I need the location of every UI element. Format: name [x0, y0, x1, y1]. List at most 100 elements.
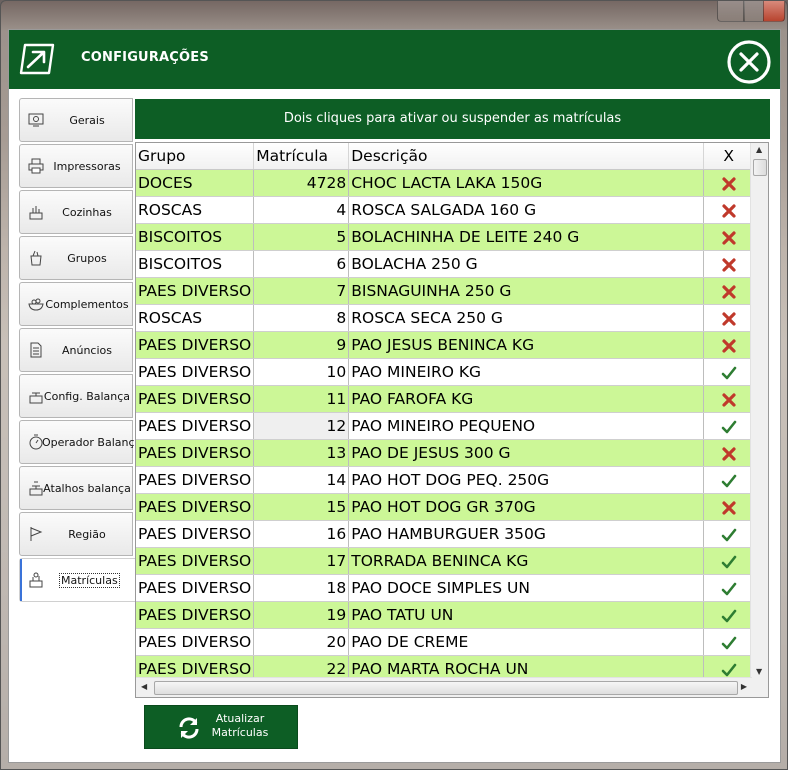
- column-header-status[interactable]: X: [703, 143, 755, 170]
- cell-matricula: 11: [253, 385, 350, 413]
- horizontal-scroll-thumb[interactable]: [154, 681, 738, 695]
- tab-label: Matrículas: [59, 573, 120, 588]
- horizontal-scrollbar[interactable]: ◀ ▶: [136, 677, 752, 697]
- cell-status[interactable]: [703, 223, 755, 251]
- atualizar-matriculas-button[interactable]: Atualizar Matrículas: [144, 705, 298, 749]
- scroll-right-arrow-icon[interactable]: ▶: [741, 682, 747, 691]
- cell-matricula: 12: [253, 412, 350, 440]
- tab-label: Atalhos balança: [43, 482, 131, 495]
- table-row[interactable]: PAES DIVERSO 20 PAO DE CREME: [136, 628, 755, 656]
- active-check-icon: [721, 609, 737, 622]
- cell-matricula: 4728: [253, 169, 350, 197]
- cell-status[interactable]: [703, 196, 755, 224]
- cell-descricao: PAO HAMBURGUER 350G: [348, 520, 705, 548]
- suspended-x-icon: [722, 392, 736, 407]
- tab-matriculas[interactable]: Matrículas: [19, 558, 137, 602]
- table-row[interactable]: PAES DIVERSO 19 PAO TATU UN: [136, 601, 755, 629]
- cell-matricula: 10: [253, 358, 350, 386]
- cell-status[interactable]: [703, 385, 755, 413]
- tab-regiao[interactable]: Região: [19, 512, 133, 556]
- cell-status[interactable]: [703, 358, 755, 386]
- close-icon[interactable]: [722, 40, 774, 84]
- table-row[interactable]: PAES DIVERSO 7 BISNAGUINHA 250 G: [136, 277, 755, 305]
- tab-grupos[interactable]: Grupos: [19, 236, 133, 280]
- cell-descricao: PAO DOCE SIMPLES UN: [348, 574, 705, 602]
- cell-status[interactable]: [703, 547, 755, 575]
- minimize-button[interactable]: [717, 1, 745, 22]
- tab-label: Impressoras: [53, 160, 121, 173]
- cell-status[interactable]: [703, 466, 755, 494]
- cell-status[interactable]: [703, 277, 755, 305]
- scroll-up-arrow-icon[interactable]: ▲: [756, 145, 762, 154]
- table-row[interactable]: ROSCAS 8 ROSCA SECA 250 G: [136, 304, 755, 332]
- table-row[interactable]: ROSCAS 4 ROSCA SALGADA 160 G: [136, 196, 755, 224]
- tab-label: Operador Balança: [42, 436, 142, 449]
- vertical-scroll-thumb[interactable]: [753, 159, 767, 176]
- cell-grupo: PAES DIVERSO: [136, 547, 255, 575]
- cell-grupo: PAES DIVERSO: [136, 601, 255, 629]
- cell-descricao: BOLACHA 250 G: [348, 250, 705, 278]
- cell-status[interactable]: [703, 493, 755, 521]
- cell-descricao: PAO MINEIRO KG: [348, 358, 705, 386]
- cell-status[interactable]: [703, 304, 755, 332]
- cell-status[interactable]: [703, 439, 755, 467]
- tab-label: Config. Balança: [43, 390, 131, 403]
- cell-grupo: PAES DIVERSO: [136, 439, 255, 467]
- tab-label: Anúncios: [61, 344, 112, 357]
- table-row[interactable]: PAES DIVERSO 16 PAO HAMBURGUER 350G: [136, 520, 755, 548]
- cell-status[interactable]: [703, 250, 755, 278]
- suspended-x-icon: [722, 338, 736, 353]
- suspended-x-icon: [722, 176, 736, 191]
- cell-matricula: 9: [253, 331, 350, 359]
- active-check-icon: [721, 366, 737, 379]
- table-row[interactable]: PAES DIVERSO 13 PAO DE JESUS 300 G: [136, 439, 755, 467]
- table-row[interactable]: PAES DIVERSO 15 PAO HOT DOG GR 370G: [136, 493, 755, 521]
- column-header-descricao[interactable]: Descrição: [348, 143, 705, 170]
- table-row[interactable]: PAES DIVERSO 10 PAO MINEIRO KG: [136, 358, 755, 386]
- cell-status[interactable]: [703, 628, 755, 656]
- vertical-scrollbar[interactable]: ▲ ▼: [750, 143, 768, 678]
- tab-complementos[interactable]: Complementos: [19, 282, 133, 326]
- tab-impressoras[interactable]: Impressoras: [19, 144, 133, 188]
- tab-config-balanca[interactable]: Config. Balança: [19, 374, 133, 418]
- active-tab-indicator: [20, 559, 22, 601]
- cell-descricao: PAO HOT DOG PEQ. 250G: [348, 466, 705, 494]
- scroll-down-arrow-icon[interactable]: ▼: [756, 667, 762, 676]
- table-row[interactable]: PAES DIVERSO 11 PAO FAROFA KG: [136, 385, 755, 413]
- matriculas-table: Grupo Matrícula Descrição X DOCES 4728 CHO…: [136, 143, 755, 683]
- cell-status[interactable]: [703, 520, 755, 548]
- table-row[interactable]: PAES DIVERSO 17 TORRADA BENINCA KG: [136, 547, 755, 575]
- suspended-x-icon: [722, 230, 736, 245]
- cell-status[interactable]: [703, 601, 755, 629]
- tab-gerais[interactable]: Gerais: [19, 98, 133, 142]
- cell-matricula: 13: [253, 439, 350, 467]
- cell-status[interactable]: [703, 169, 755, 197]
- scroll-left-arrow-icon[interactable]: ◀: [141, 682, 147, 691]
- cell-grupo: PAES DIVERSO: [136, 520, 255, 548]
- matriculas-panel: Dois cliques para ativar ou suspender as…: [135, 99, 770, 751]
- table-row[interactable]: PAES DIVERSO 12 PAO MINEIRO PEQUENO: [136, 412, 755, 440]
- table-row[interactable]: BISCOITOS 5 BOLACHINHA DE LEITE 240 G: [136, 223, 755, 251]
- table-row[interactable]: BISCOITOS 6 BOLACHA 250 G: [136, 250, 755, 278]
- table-row[interactable]: PAES DIVERSO 9 PAO JESUS BENINCA KG: [136, 331, 755, 359]
- window-close-button[interactable]: [763, 1, 785, 22]
- tab-label: Região: [68, 528, 106, 541]
- tab-list: Gerais Impressoras Cozinhas Grupos Compl…: [19, 98, 142, 604]
- table-row[interactable]: PAES DIVERSO 18 PAO DOCE SIMPLES UN: [136, 574, 755, 602]
- tab-operador-balanca[interactable]: Operador Balança: [19, 420, 142, 464]
- matriculas-grid[interactable]: Grupo Matrícula Descrição X DOCES 4728 CHO…: [135, 142, 769, 698]
- cell-descricao: TORRADA BENINCA KG: [348, 547, 705, 575]
- cell-status[interactable]: [703, 331, 755, 359]
- column-header-grupo[interactable]: Grupo: [136, 143, 255, 170]
- table-row[interactable]: DOCES 4728 CHOC LACTA LAKA 150G: [136, 169, 755, 197]
- cell-status[interactable]: [703, 574, 755, 602]
- cell-matricula: 15: [253, 493, 350, 521]
- table-header-row: Grupo Matrícula Descrição X: [136, 143, 755, 170]
- tab-cozinhas[interactable]: Cozinhas: [19, 190, 133, 234]
- cell-status[interactable]: [703, 412, 755, 440]
- cell-descricao: PAO FAROFA KG: [348, 385, 705, 413]
- tab-atalhos-balanca[interactable]: Atalhos balança: [19, 466, 133, 510]
- column-header-matricula[interactable]: Matrícula: [253, 143, 350, 170]
- tab-anuncios[interactable]: Anúncios: [19, 328, 133, 372]
- table-row[interactable]: PAES DIVERSO 14 PAO HOT DOG PEQ. 250G: [136, 466, 755, 494]
